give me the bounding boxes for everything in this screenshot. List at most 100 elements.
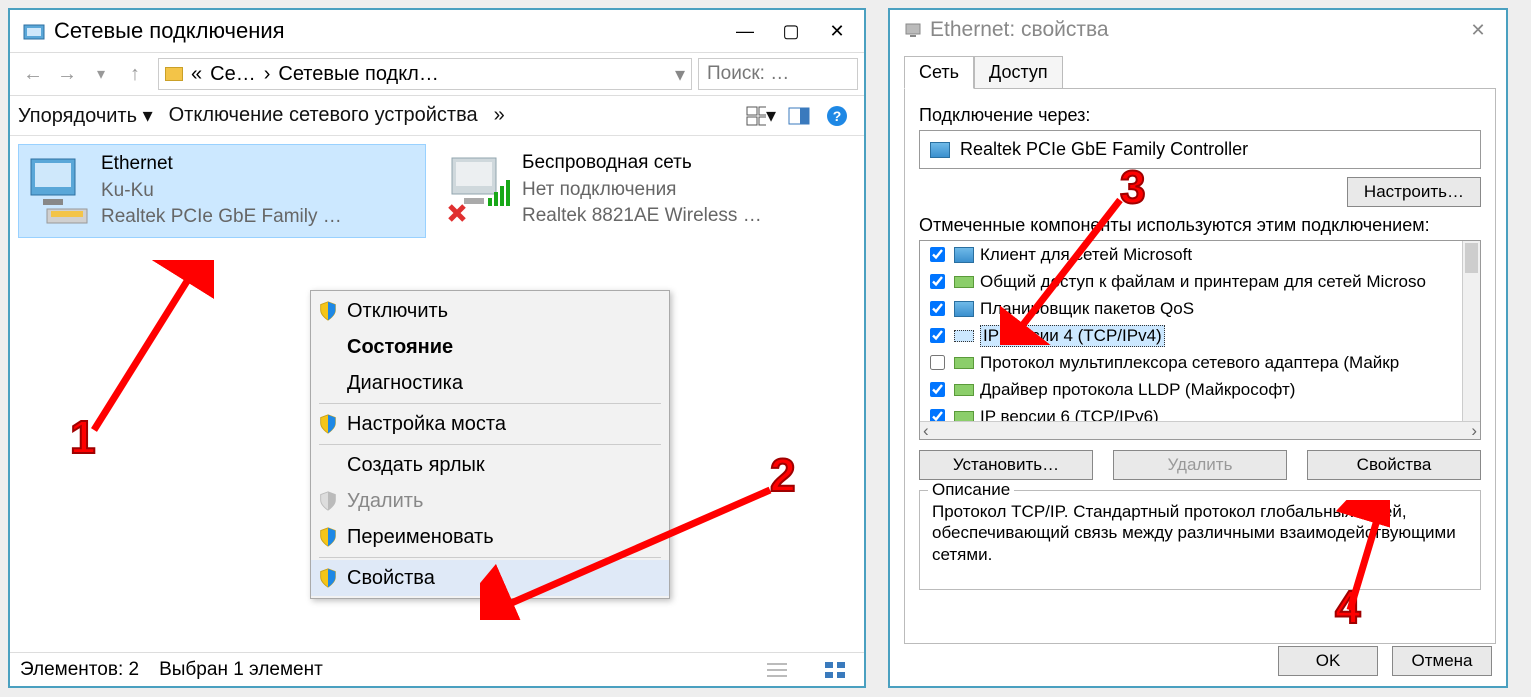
window-title: Сетевые подключения <box>54 18 722 44</box>
component-icon <box>954 357 974 369</box>
connection-item-wireless[interactable]: Беспроводная сеть Нет подключения Realte… <box>440 144 848 236</box>
ctx-properties[interactable]: Свойства <box>311 560 669 596</box>
component-checkbox[interactable] <box>930 382 945 397</box>
breadcrumb-prefix: « <box>191 63 202 86</box>
titlebar: Сетевые подключения — ▢ ✕ <box>10 10 864 52</box>
ctx-shortcut[interactable]: Создать ярлык <box>311 447 669 483</box>
cancel-button[interactable]: Отмена <box>1392 646 1492 676</box>
details-view-icon[interactable] <box>762 657 792 683</box>
breadcrumb-item[interactable]: Сетевые подкл… <box>278 63 438 86</box>
component-label: IP версии 4 (TCP/IPv4) <box>980 325 1165 347</box>
svg-text:?: ? <box>833 108 842 124</box>
component-item[interactable]: Клиент для сетей Microsoft <box>920 241 1462 268</box>
ctx-rename[interactable]: Переименовать <box>311 519 669 555</box>
window-controls: — ▢ ✕ <box>722 15 860 47</box>
horizontal-scrollbar[interactable]: ‹› <box>920 421 1480 439</box>
address-bar[interactable]: « Се… › Сетевые подкл… ▾ <box>158 58 692 90</box>
description-group: Описание Протокол TCP/IP. Стандартный пр… <box>919 490 1481 590</box>
organize-menu[interactable]: Упорядочить ▾ <box>18 103 153 128</box>
address-dropdown[interactable]: ▾ <box>675 62 685 87</box>
component-label: Планировщик пакетов QoS <box>980 299 1194 319</box>
tab-sharing[interactable]: Доступ <box>974 56 1063 89</box>
component-icon <box>954 384 974 396</box>
disable-device-button[interactable]: Отключение сетевого устройства <box>169 104 478 127</box>
close-button[interactable]: ✕ <box>1456 20 1500 41</box>
selection-status: Выбран 1 элемент <box>159 659 323 681</box>
component-checkbox[interactable] <box>930 274 945 289</box>
component-item[interactable]: IP версии 4 (TCP/IPv4) <box>920 322 1462 349</box>
tab-network[interactable]: Сеть <box>904 56 974 89</box>
component-checkbox[interactable] <box>930 355 945 370</box>
component-icon <box>954 330 974 342</box>
component-item[interactable]: Общий доступ к файлам и принтерам для се… <box>920 268 1462 295</box>
ctx-status[interactable]: Состояние <box>311 329 669 365</box>
shield-icon <box>317 413 339 435</box>
adapter-icon <box>930 142 950 158</box>
more-commands[interactable]: » <box>494 104 505 127</box>
tab-network-panel: Подключение через: Realtek PCIe GbE Fami… <box>904 88 1496 644</box>
properties-button[interactable]: Свойства <box>1307 450 1481 480</box>
tiles-view-icon[interactable] <box>820 657 850 683</box>
connection-device: Realtek 8821AE Wireless … <box>522 203 762 230</box>
forward-button[interactable]: → <box>50 57 84 91</box>
ctx-disable[interactable]: Отключить <box>311 293 669 329</box>
network-icon <box>904 21 922 39</box>
ctx-delete[interactable]: Удалить <box>311 483 669 519</box>
connection-name: Беспроводная сеть <box>522 150 762 177</box>
network-connections-window: Сетевые подключения — ▢ ✕ ← → ▾ ↑ « Се… … <box>8 8 866 688</box>
description-legend: Описание <box>928 480 1014 500</box>
annotation-4: 4 <box>1335 580 1361 634</box>
component-item[interactable]: Драйвер протокола LLDP (Майкрософт) <box>920 376 1462 403</box>
folder-icon <box>165 67 183 81</box>
shield-icon <box>317 526 339 548</box>
history-dropdown[interactable]: ▾ <box>84 57 118 91</box>
command-bar: Упорядочить ▾ Отключение сетевого устрой… <box>10 96 864 136</box>
breadcrumb-chevron-icon: › <box>264 63 271 86</box>
connection-item-ethernet[interactable]: Ethernet Ku-Ku Realtek PCIe GbE Family … <box>18 144 426 238</box>
configure-button[interactable]: Настроить… <box>1347 177 1481 207</box>
component-label: Клиент для сетей Microsoft <box>980 245 1192 265</box>
status-bar: Элементов: 2 Выбран 1 элемент <box>10 652 864 686</box>
component-checkbox[interactable] <box>930 301 945 316</box>
search-input[interactable]: Поиск: … <box>698 58 858 90</box>
component-checkbox[interactable] <box>930 247 945 262</box>
component-icon <box>954 247 974 263</box>
components-list[interactable]: Клиент для сетей Microsoft Общий доступ к… <box>919 240 1481 440</box>
install-button[interactable]: Установить… <box>919 450 1093 480</box>
up-button[interactable]: ↑ <box>118 57 152 91</box>
vertical-scrollbar[interactable] <box>1462 241 1480 421</box>
maximize-button[interactable]: ▢ <box>768 15 814 47</box>
component-item[interactable]: Планировщик пакетов QoS <box>920 295 1462 322</box>
adapter-field: Realtek PCIe GbE Family Controller <box>919 130 1481 169</box>
annotation-3: 3 <box>1120 160 1146 214</box>
ok-button[interactable]: OK <box>1278 646 1378 676</box>
close-button[interactable]: ✕ <box>814 15 860 47</box>
dialog-buttons: OK Отмена <box>1278 646 1492 676</box>
wireless-adapter-icon <box>446 150 516 230</box>
component-label: Общий доступ к файлам и принтерам для се… <box>980 272 1426 292</box>
connection-name: Ethernet <box>101 151 342 178</box>
component-checkbox[interactable] <box>930 328 945 343</box>
description-text: Протокол TCP/IP. Стандартный протокол гл… <box>932 501 1468 565</box>
shield-icon <box>317 490 339 512</box>
ctx-diagnose[interactable]: Диагностика <box>311 365 669 401</box>
component-icon <box>954 301 974 317</box>
view-options-icon[interactable]: ▾ <box>746 103 776 129</box>
help-icon[interactable]: ? <box>822 103 852 129</box>
context-menu: Отключить Состояние Диагностика Настройк… <box>310 290 670 599</box>
shield-icon <box>317 300 339 322</box>
dialog-titlebar: Ethernet: свойства ✕ <box>890 10 1506 50</box>
items-count-label: Элементов: 2 <box>20 659 139 681</box>
preview-pane-icon[interactable] <box>784 103 814 129</box>
connect-via-label: Подключение через: <box>919 105 1481 126</box>
window-icon <box>22 19 46 43</box>
connection-device: Realtek PCIe GbE Family … <box>101 204 342 231</box>
ethernet-properties-dialog: Ethernet: свойства ✕ Сеть Доступ Подключ… <box>888 8 1508 688</box>
breadcrumb-item[interactable]: Се… <box>210 63 256 86</box>
nav-bar: ← → ▾ ↑ « Се… › Сетевые подкл… ▾ Поиск: … <box>10 52 864 96</box>
connection-status: Нет подключения <box>522 177 762 204</box>
back-button[interactable]: ← <box>16 57 50 91</box>
component-item[interactable]: Протокол мультиплексора сетевого адаптер… <box>920 349 1462 376</box>
ctx-bridge[interactable]: Настройка моста <box>311 406 669 442</box>
minimize-button[interactable]: — <box>722 15 768 47</box>
